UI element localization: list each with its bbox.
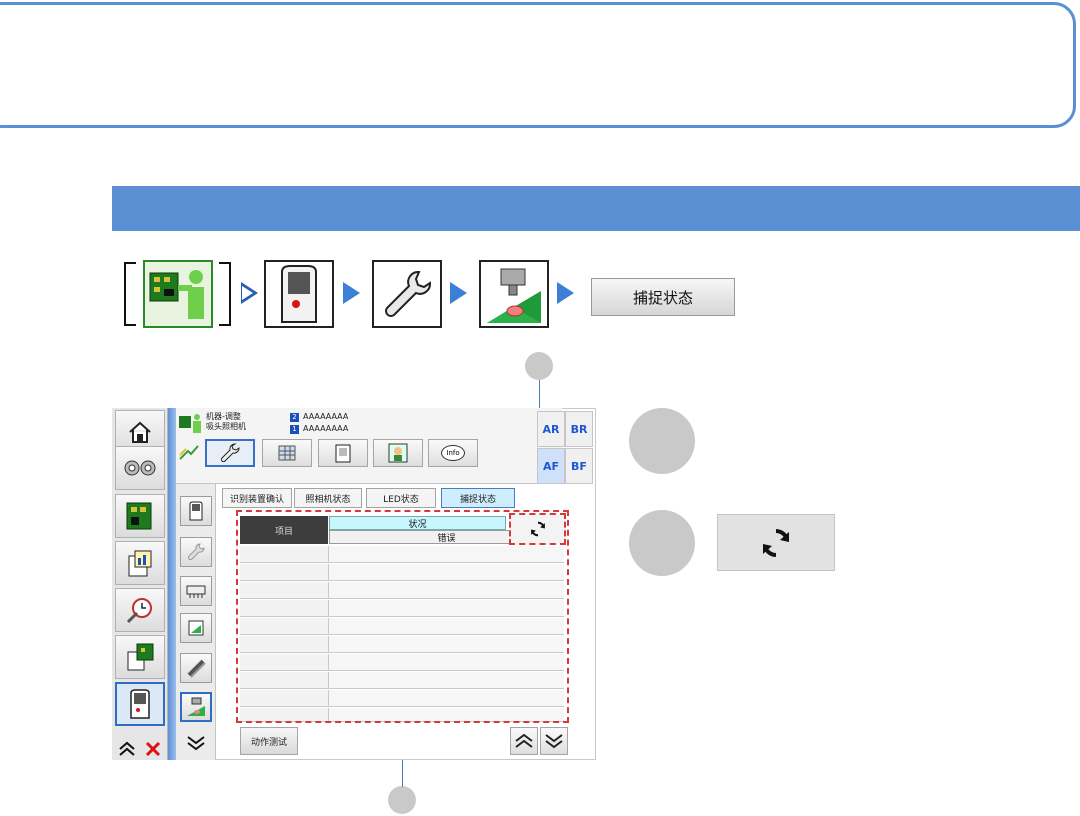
scroll-up-button[interactable]: [116, 738, 138, 760]
highlight-table-area: [236, 510, 569, 723]
double-chevron-up-icon: [119, 741, 135, 756]
legend-marker-2: [629, 510, 695, 576]
machine-icon: [127, 643, 154, 671]
document-icon: [335, 444, 351, 463]
lane-ar-button[interactable]: AR: [537, 411, 565, 447]
circuit-board-icon: [126, 502, 152, 530]
stage-icon: [479, 260, 549, 328]
lane-badge-1: 1: [290, 424, 299, 434]
sub-wrench-button[interactable]: [180, 537, 212, 567]
operator-icon: [388, 443, 408, 463]
panel-edge: [168, 408, 176, 760]
path-arrow: [450, 282, 467, 304]
section-band: [112, 186, 1080, 231]
stage-icon: [187, 697, 205, 716]
double-chevron-down-icon: [545, 734, 563, 749]
header-frame: [0, 2, 1076, 128]
mode-line-1: 机器-调整: [206, 412, 241, 421]
feeder-icon: [186, 585, 206, 598]
tool-grid-button[interactable]: [262, 439, 312, 467]
tab-capture-status[interactable]: 捕捉状态: [441, 488, 515, 508]
production-button[interactable]: [115, 446, 165, 490]
camera-unit-icon: [264, 260, 334, 328]
tape-icon: [187, 659, 206, 678]
sub-nozzle-button[interactable]: [180, 613, 212, 643]
lane-badge-2: 2: [290, 412, 299, 422]
camera-unit-icon: [189, 501, 203, 521]
refresh-button-large[interactable]: [717, 514, 835, 571]
report-button[interactable]: [115, 541, 165, 585]
header-value-text-1: AAAAAAAA: [303, 412, 349, 421]
sub-feeder-button[interactable]: [180, 576, 212, 606]
lane-bf-button[interactable]: BF: [565, 448, 593, 484]
header-value-text-2: AAAAAAAA: [303, 424, 349, 433]
machine-button[interactable]: [115, 635, 165, 679]
machine-adjust-small-icon: [178, 412, 202, 438]
sub-camera-button[interactable]: [180, 496, 212, 526]
bracket-right: [219, 262, 231, 326]
alarm-clock-icon: [126, 598, 152, 624]
legend-marker-1: [629, 408, 695, 474]
path-arrow: [557, 282, 574, 304]
callout-marker-bottom: [388, 786, 416, 814]
tool-wrench-button[interactable]: [205, 439, 255, 467]
board-button[interactable]: [115, 494, 165, 538]
cancel-button[interactable]: [142, 738, 164, 760]
double-chevron-up-icon: [515, 733, 533, 748]
double-chevron-down-icon: [187, 736, 205, 751]
sub-scroll-down-button[interactable]: [182, 730, 210, 756]
mode-line-2: 吸头照相机: [206, 422, 246, 431]
capture-status-button[interactable]: 捕捉状态: [591, 278, 735, 316]
callout-marker-top: [525, 352, 553, 380]
tab-camera-status[interactable]: 照相机状态: [294, 488, 362, 508]
lane-br-button[interactable]: BR: [565, 411, 593, 447]
home-icon: [129, 421, 151, 443]
wrench-icon: [372, 260, 442, 328]
camera-unit-icon: [130, 689, 150, 719]
sub-tape-button[interactable]: [180, 653, 212, 683]
page-down-button[interactable]: [540, 727, 568, 755]
page-up-button[interactable]: [510, 727, 538, 755]
bracket-left: [124, 262, 136, 326]
lane-af-button[interactable]: AF: [537, 448, 565, 484]
machine-adjust-icon: [143, 260, 213, 328]
tool-info-button[interactable]: Info: [428, 439, 478, 467]
sub-stage-button[interactable]: [180, 692, 212, 722]
gears-icon: [124, 460, 156, 476]
tool-document-button[interactable]: [318, 439, 368, 467]
tab-recognition-confirm[interactable]: 识别装置确认: [222, 488, 292, 508]
info-icon: Info: [441, 445, 465, 461]
refresh-icon: [763, 528, 789, 557]
grid-icon: [278, 445, 296, 461]
signal-icon: [178, 443, 200, 465]
header-value-1: 2 AAAAAAAA: [290, 412, 348, 422]
nozzle-icon: [188, 620, 204, 636]
path-arrow: [343, 282, 360, 304]
header-value-2: 1 AAAAAAAA: [290, 424, 348, 434]
tab-led-status[interactable]: LED状态: [366, 488, 436, 508]
wrench-icon: [220, 443, 240, 463]
alarm-button[interactable]: [115, 588, 165, 632]
report-chart-icon: [128, 550, 152, 577]
close-icon: [145, 741, 161, 757]
operation-test-button[interactable]: 动作测试: [240, 727, 298, 755]
camera-button[interactable]: [115, 682, 165, 726]
path-arrow: [241, 282, 258, 304]
wrench-icon: [187, 543, 205, 561]
tool-operator-button[interactable]: [373, 439, 423, 467]
